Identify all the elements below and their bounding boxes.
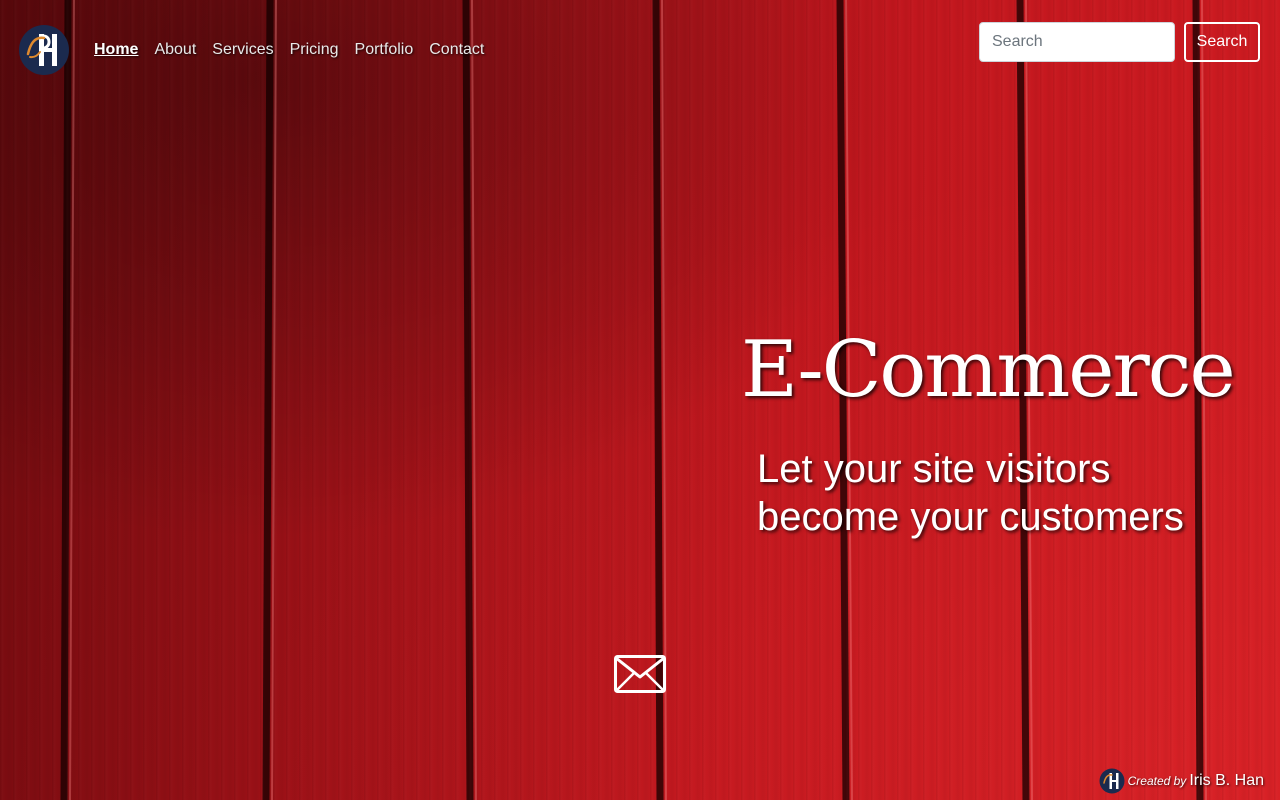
nav-link-services[interactable]: Services [212,40,273,60]
search-button[interactable]: Search [1184,22,1260,62]
author-logo-icon [1099,768,1125,794]
brand-logo[interactable] [18,24,70,76]
search-input[interactable] [979,22,1175,62]
navbar: Home About Services Pricing Portfolio Co… [0,0,1280,96]
nav-link-contact[interactable]: Contact [429,40,484,60]
nav-link-home[interactable]: Home [94,40,138,60]
envelope-icon[interactable] [614,655,666,693]
credit-author-link[interactable]: Iris B. Han [1189,772,1264,790]
main-nav: Home About Services Pricing Portfolio Co… [94,40,484,60]
hero-title: E-Commerce [741,325,1236,415]
nav-link-pricing[interactable]: Pricing [290,40,339,60]
footer-credit: Created by Iris B. Han [1099,768,1264,794]
hero-subtitle: Let your site visitors become your custo… [757,447,1184,539]
credit-prefix: Created by [1127,774,1187,788]
nav-link-portfolio[interactable]: Portfolio [355,40,414,60]
nav-link-about[interactable]: About [154,40,196,60]
